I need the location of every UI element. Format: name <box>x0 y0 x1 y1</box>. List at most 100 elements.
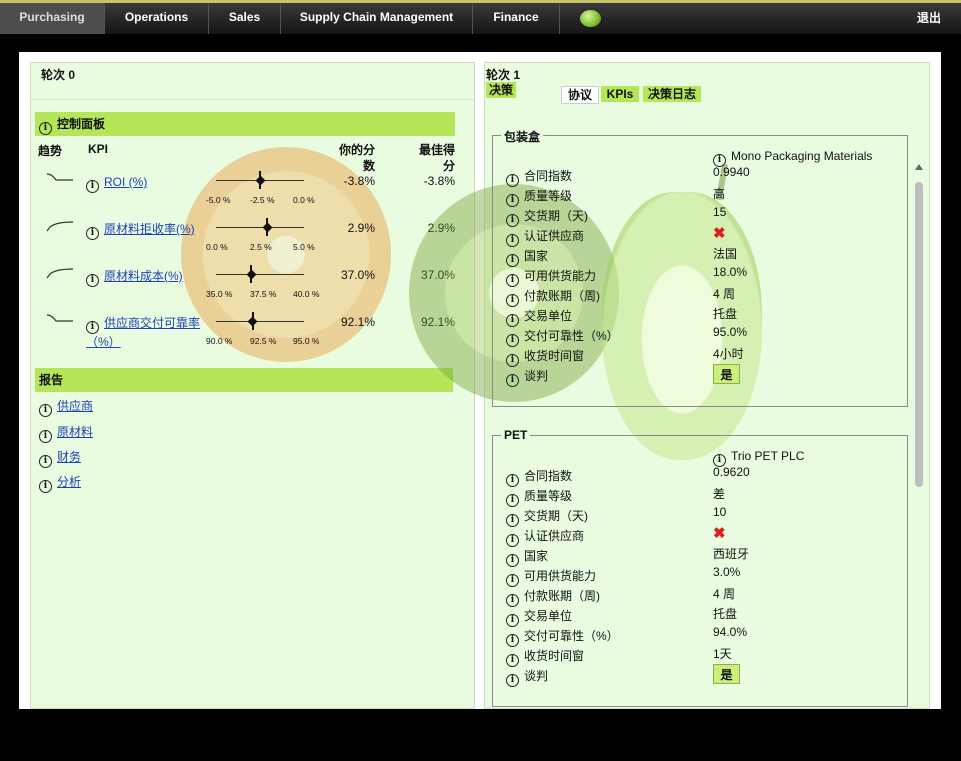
tab-operations[interactable]: Operations <box>105 3 209 34</box>
field-label: i 合同指数 <box>506 467 572 487</box>
tick-label: 0.0 % <box>293 195 315 205</box>
field-value: 94.0% <box>713 625 748 639</box>
field-value: 0.9940 <box>713 165 750 179</box>
tab-agreement[interactable]: 协议 <box>561 86 599 104</box>
info-icon[interactable]: i <box>86 274 99 287</box>
tab-decision-log[interactable]: 决策日志 <box>643 86 701 102</box>
kpi-link[interactable]: 原材料成本(%) <box>104 269 183 283</box>
field-label-text: 国家 <box>524 249 549 263</box>
kpi-link[interactable]: ROI (%) <box>104 175 147 189</box>
info-icon[interactable]: i <box>506 554 519 567</box>
red-x-icon: ✖ <box>713 225 726 242</box>
report-item-finance[interactable]: i 财务 <box>39 448 81 468</box>
info-icon[interactable]: i <box>506 654 519 667</box>
field-label-text: 交易单位 <box>524 309 573 323</box>
field-value: 3.0% <box>713 565 741 579</box>
top-nav: Purchasing Operations Sales Supply Chain… <box>0 0 961 34</box>
tab-supply-chain[interactable]: Supply Chain Management <box>281 3 473 34</box>
negotiate-button[interactable]: 是 <box>713 364 740 384</box>
field-label: i 质量等级 <box>506 487 572 507</box>
kpi-header: KPI <box>88 142 109 156</box>
info-icon[interactable]: i <box>506 194 519 207</box>
info-icon[interactable]: i <box>506 494 519 507</box>
info-icon[interactable]: i <box>506 574 519 587</box>
field-label: i 谈判 <box>506 367 548 387</box>
tick-label: 0.0 % <box>206 242 228 252</box>
info-icon[interactable]: i <box>506 314 519 327</box>
info-icon[interactable]: i <box>39 430 52 443</box>
tab-kpis[interactable]: KPIs <box>601 86 639 102</box>
field-value: 差 <box>713 487 726 501</box>
reports-header: 报告 <box>35 368 453 392</box>
field-label: i 国家 <box>506 547 548 567</box>
your-score-value: 37.0% <box>340 268 375 282</box>
scroll-up-arrow-icon[interactable] <box>915 164 923 170</box>
your-score-value: -3.8% <box>343 174 375 188</box>
info-icon[interactable]: i <box>506 274 519 287</box>
info-icon[interactable]: i <box>506 334 519 347</box>
field-label: i 可用供货能力 <box>506 567 596 587</box>
info-icon[interactable]: i <box>86 321 99 334</box>
field-value: 4 周 <box>713 287 736 301</box>
kpi-link[interactable]: 原材料拒收率(%) <box>104 222 195 236</box>
field-label-text: 可用供货能力 <box>524 569 597 583</box>
best-score-value: 37.0% <box>420 268 455 282</box>
info-icon[interactable]: i <box>506 234 519 247</box>
kpi-slider-track <box>216 227 304 228</box>
kpi-link[interactable]: 供应商交付可靠率（%） <box>86 316 200 349</box>
info-icon[interactable]: i <box>506 534 519 547</box>
info-icon[interactable]: i <box>506 634 519 647</box>
info-icon[interactable]: i <box>39 455 52 468</box>
supplier-name-text: Mono Packaging Materials <box>731 149 873 163</box>
kpi-name[interactable]: i 原材料成本(%) <box>86 268 206 287</box>
dashboard-title: 控制面板 <box>57 117 106 131</box>
info-icon[interactable]: i <box>506 594 519 607</box>
report-link[interactable]: 分析 <box>57 475 81 489</box>
kpi-name[interactable]: i 原材料拒收率(%) <box>86 221 206 240</box>
field-label-text: 质量等级 <box>524 489 573 503</box>
tab-sales[interactable]: Sales <box>209 3 281 34</box>
status-orb-icon[interactable] <box>580 10 601 27</box>
info-icon[interactable]: i <box>39 404 52 417</box>
info-icon[interactable]: i <box>506 174 519 187</box>
kpi-slider-diamond <box>255 175 265 185</box>
kpi-name[interactable]: i 供应商交付可靠率（%） <box>86 315 206 350</box>
dashboard-header: i 控制面板 <box>35 112 455 136</box>
tick-label: 90.0 % <box>206 336 233 346</box>
info-icon[interactable]: i <box>506 254 519 267</box>
field-label: i 交易单位 <box>506 307 572 327</box>
info-icon[interactable]: i <box>506 674 519 687</box>
info-icon[interactable]: i <box>506 354 519 367</box>
info-icon[interactable]: i <box>86 227 99 240</box>
info-icon[interactable]: i <box>86 180 99 193</box>
field-value: 托盘 <box>713 307 738 321</box>
info-icon[interactable]: i <box>506 374 519 387</box>
info-icon[interactable]: i <box>506 214 519 227</box>
field-label-text: 认证供应商 <box>524 229 585 243</box>
tab-purchasing[interactable]: Purchasing <box>0 3 105 34</box>
report-link[interactable]: 供应商 <box>57 399 93 413</box>
exit-button[interactable]: 退出 <box>917 3 941 34</box>
scrollbar[interactable] <box>912 160 924 761</box>
report-item-analysis[interactable]: i 分析 <box>39 473 81 493</box>
info-icon[interactable]: i <box>506 514 519 527</box>
report-link[interactable]: 财务 <box>57 450 81 464</box>
tab-finance[interactable]: Finance <box>473 3 560 34</box>
info-icon[interactable]: i <box>506 614 519 627</box>
kpi-name[interactable]: i ROI (%) <box>86 174 206 193</box>
trend-sparkline-icon <box>46 314 73 322</box>
info-icon[interactable]: i <box>39 480 52 493</box>
negotiate-button[interactable]: 是 <box>713 664 740 684</box>
report-link[interactable]: 原材料 <box>57 425 93 439</box>
scrollbar-thumb[interactable] <box>915 182 923 487</box>
field-value: 4 周 <box>713 587 736 601</box>
field-label: i 交货期（天) <box>506 207 588 227</box>
round-0-panel: 轮次 0 i 控制面板 趋势 KPI 你的分数 最佳得分 i ROI (%) -5.… <box>30 62 475 709</box>
report-item-materials[interactable]: i 原材料 <box>39 423 93 443</box>
report-item-suppliers[interactable]: i 供应商 <box>39 397 93 417</box>
supplier-group-legend: PET <box>501 428 531 442</box>
info-icon[interactable]: i <box>39 122 52 135</box>
info-icon[interactable]: i <box>506 474 519 487</box>
tick-label: 35.0 % <box>206 289 233 299</box>
info-icon[interactable]: i <box>506 294 519 307</box>
